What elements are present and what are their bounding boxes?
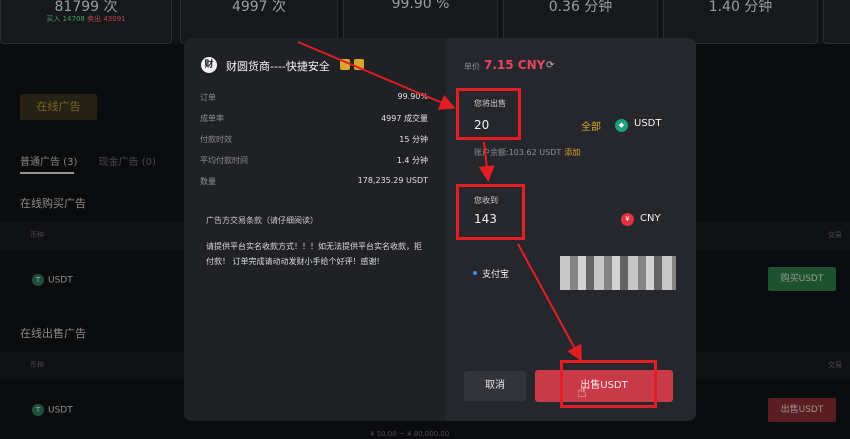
annotation-arrows xyxy=(297,41,582,362)
hand-cursor-icon: ☝ xyxy=(577,382,587,401)
arrow-to-sell-button xyxy=(517,243,582,362)
arrow-to-sell-amount xyxy=(297,41,456,110)
arrow-to-receive-amount xyxy=(478,141,495,182)
